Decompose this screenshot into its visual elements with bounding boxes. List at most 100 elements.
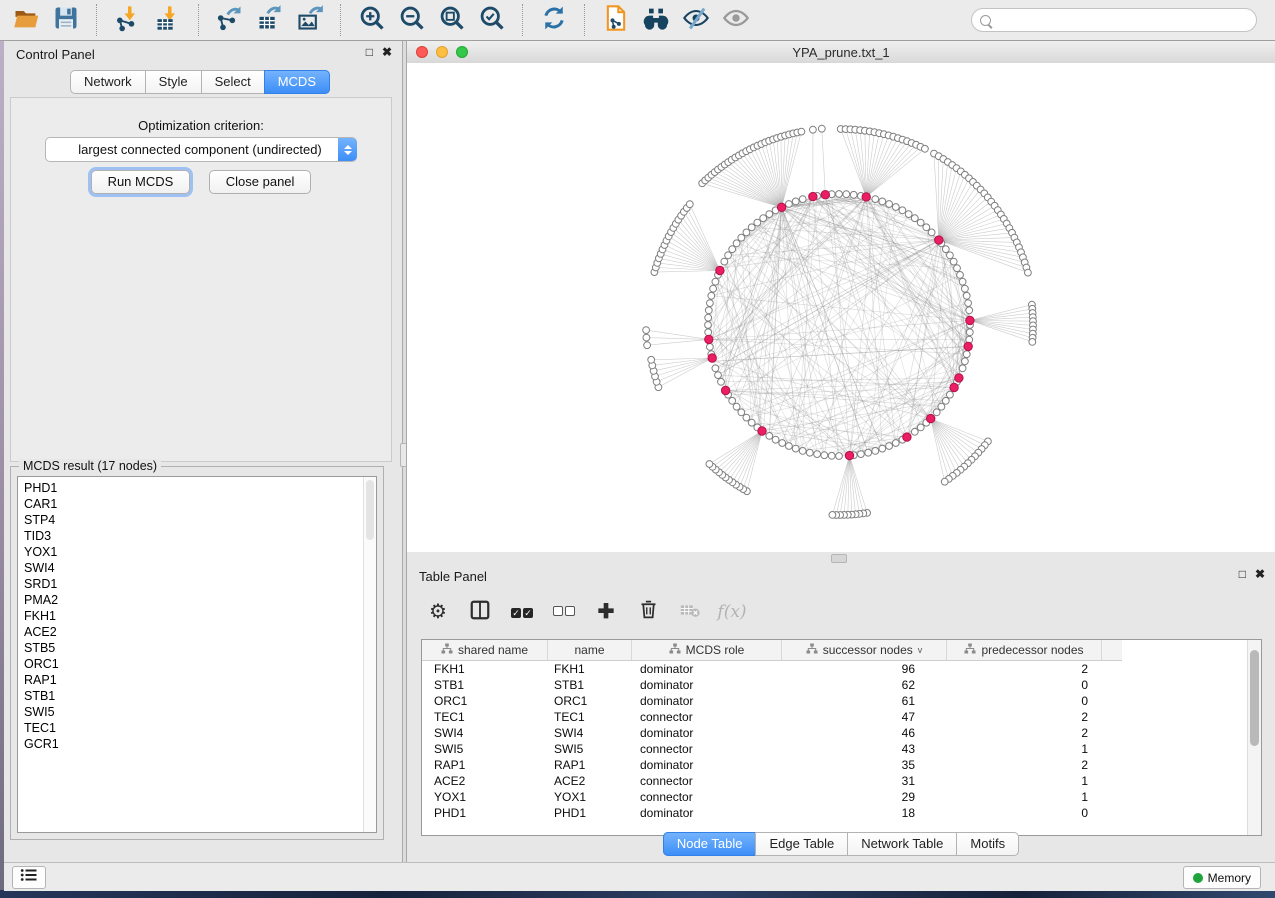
tab-network[interactable]: Network [70, 70, 146, 94]
table-row[interactable]: SWI5SWI5connector431 [422, 741, 1261, 757]
mcds-result-item[interactable]: FKH1 [24, 608, 376, 624]
optimization-criterion-select[interactable]: largest connected component (undirected) [45, 137, 357, 162]
table-row[interactable]: SWI4SWI4dominator462 [422, 725, 1261, 741]
deselect-all-button[interactable] [547, 595, 581, 629]
mcds-result-item[interactable]: CAR1 [24, 496, 376, 512]
network-document-icon [602, 4, 630, 37]
table-cell: STB1 [422, 677, 548, 693]
close-panel-icon[interactable]: ✖ [1255, 567, 1265, 581]
search-input[interactable] [971, 8, 1257, 32]
hide-graphics-details-button[interactable] [676, 3, 716, 37]
mcds-result-list[interactable]: PHD1CAR1STP4TID3YOX1SWI4SRD1PMA2FKH1ACE2… [17, 476, 377, 833]
node-table[interactable]: shared name name MCDS rolesuccessor nodesv… [421, 639, 1262, 836]
tab-select[interactable]: Select [201, 70, 265, 94]
toolbar-separator [584, 4, 586, 36]
tab-mcds[interactable]: MCDS [264, 70, 330, 94]
import-network-button[interactable] [108, 3, 148, 37]
table-cell: 1 [947, 773, 1102, 789]
table-row[interactable]: ACE2ACE2connector311 [422, 773, 1261, 789]
network-document-button[interactable] [596, 3, 636, 37]
close-panel-icon[interactable]: ✖ [382, 45, 392, 59]
table-row[interactable]: YOX1YOX1connector291 [422, 789, 1261, 805]
horizontal-splitter[interactable] [407, 552, 1275, 563]
float-panel-icon[interactable]: □ [366, 45, 373, 59]
table-row[interactable]: ORC1ORC1dominator610 [422, 693, 1261, 709]
add-row-button[interactable]: ✚ [589, 595, 623, 629]
memory-button[interactable]: Memory [1183, 866, 1261, 889]
mcds-result-item[interactable]: ACE2 [24, 624, 376, 640]
table-row[interactable]: FKH1FKH1dominator962 [422, 661, 1261, 677]
splitter-grip[interactable] [831, 554, 847, 563]
zoom-in-button[interactable] [352, 3, 392, 37]
network-view-canvas[interactable] [407, 63, 1275, 552]
table-row[interactable]: STB1STB1dominator620 [422, 677, 1261, 693]
mcds-list-scrollbar[interactable] [363, 477, 376, 832]
zoom-selected-icon [478, 4, 506, 37]
scrollbar-thumb[interactable] [1250, 650, 1259, 746]
tab-network-table[interactable]: Network Table [847, 832, 957, 856]
search-network-button[interactable] [636, 3, 676, 37]
mcds-result-item[interactable]: SWI4 [24, 560, 376, 576]
apply-layout-button[interactable] [534, 3, 574, 37]
mcds-result-item[interactable]: RAP1 [24, 672, 376, 688]
show-panels-menu-button[interactable] [12, 866, 46, 889]
mcds-result-item[interactable]: PHD1 [24, 480, 376, 496]
mcds-result-item[interactable]: STP4 [24, 512, 376, 528]
zoom-fit-button[interactable] [432, 3, 472, 37]
table-row[interactable]: TEC1TEC1connector472 [422, 709, 1261, 725]
table-cell: 2 [947, 661, 1102, 677]
tab-motifs[interactable]: Motifs [956, 832, 1019, 856]
save-session-button[interactable] [46, 3, 86, 37]
table-header-row: shared name name MCDS rolesuccessor nodesv… [422, 640, 1122, 661]
network-graph[interactable] [407, 63, 1275, 552]
show-columns-button[interactable] [463, 595, 497, 629]
column-label: name [574, 643, 604, 657]
control-panel: Control Panel □ ✖ NetworkStyleSelectMCDS… [4, 41, 402, 862]
column-header-successor-nodes[interactable]: successor nodesv [782, 640, 947, 660]
column-header-shared-name[interactable]: shared name [422, 640, 548, 660]
mcds-result-item[interactable]: YOX1 [24, 544, 376, 560]
run-mcds-button[interactable]: Run MCDS [91, 170, 191, 194]
table-settings-button[interactable]: ⚙ [421, 595, 455, 629]
mcds-result-item[interactable]: STB1 [24, 688, 376, 704]
network-window-titlebar[interactable]: YPA_prune.txt_1 [407, 41, 1275, 64]
zoom-selected-button[interactable] [472, 3, 512, 37]
table-cell: connector [632, 741, 782, 757]
plus-icon: ✚ [598, 602, 615, 622]
zoom-out-button[interactable] [392, 3, 432, 37]
gear-icon: ⚙ [429, 602, 447, 622]
trash-icon [638, 599, 659, 625]
mcds-result-item[interactable]: SWI5 [24, 704, 376, 720]
table-scrollbar[interactable] [1247, 640, 1261, 835]
table-row[interactable]: RAP1RAP1dominator352 [422, 757, 1261, 773]
tab-node-table[interactable]: Node Table [663, 832, 757, 856]
column-header-predecessor-nodes[interactable]: predecessor nodes [947, 640, 1102, 660]
float-panel-icon[interactable]: □ [1239, 567, 1246, 581]
column-header-name[interactable]: name [548, 640, 632, 660]
export-network-button[interactable] [210, 3, 250, 37]
column-label: shared name [458, 643, 528, 657]
table-cell: STB1 [548, 677, 632, 693]
mcds-result-item[interactable]: PMA2 [24, 592, 376, 608]
mcds-result-item[interactable]: TID3 [24, 528, 376, 544]
table-cell: dominator [632, 805, 782, 821]
tab-style[interactable]: Style [145, 70, 202, 94]
mcds-result-item[interactable]: TEC1 [24, 720, 376, 736]
open-file-button[interactable] [6, 3, 46, 37]
mcds-options-panel: Optimization criterion: largest connecte… [10, 97, 392, 462]
export-table-button[interactable] [250, 3, 290, 37]
select-all-button[interactable]: ✓✓ [505, 595, 539, 629]
import-table-button[interactable] [148, 3, 188, 37]
mcds-result-item[interactable]: STB5 [24, 640, 376, 656]
delete-rows-button[interactable] [631, 595, 665, 629]
export-image-button[interactable] [290, 3, 330, 37]
mcds-result-item[interactable]: SRD1 [24, 576, 376, 592]
mcds-result-item[interactable]: ORC1 [24, 656, 376, 672]
import-network-icon [114, 4, 142, 37]
mcds-result-item[interactable]: GCR1 [24, 736, 376, 752]
show-graphics-details-button[interactable] [716, 3, 756, 37]
table-row[interactable]: PHD1PHD1dominator180 [422, 805, 1261, 821]
tab-edge-table[interactable]: Edge Table [755, 832, 848, 856]
column-header-MCDS-role[interactable]: MCDS role [632, 640, 782, 660]
close-panel-button[interactable]: Close panel [209, 170, 312, 194]
